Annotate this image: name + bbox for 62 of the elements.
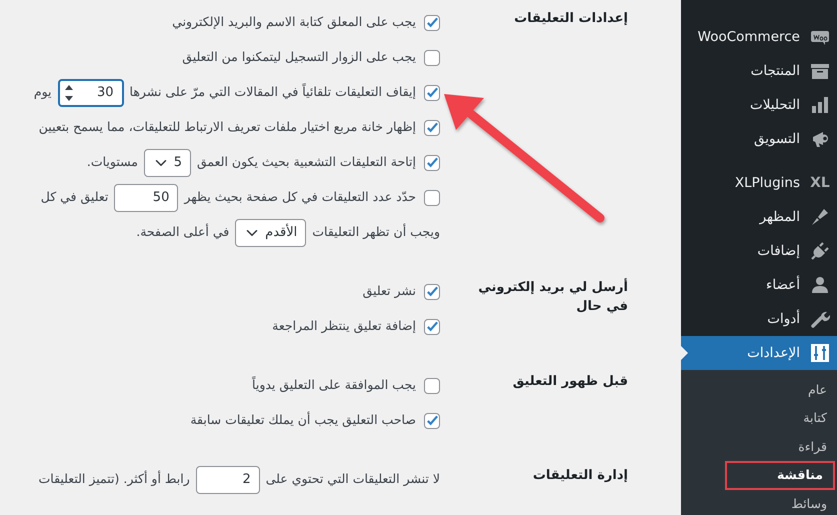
current-menu-pointer: [681, 346, 688, 360]
plugin-logo: XL: [810, 174, 830, 192]
checkbox[interactable]: [424, 190, 440, 206]
option-label: إضافة تعليق ينتظر المراجعة: [272, 317, 416, 336]
submenu-item[interactable]: كتابة: [803, 406, 831, 432]
submenu-item[interactable]: وسائط: [791, 492, 831, 515]
option-label: إظهار خانة مربع اختيار ملفات تعريف الارتباط للتعليقات، مما يسمح بتعيين: [38, 118, 416, 136]
spinner-icon: [64, 84, 73, 100]
menu-item[interactable]: إضافات: [681, 234, 837, 268]
number-field[interactable]: 50: [114, 184, 178, 212]
megaphone-icon: [810, 129, 830, 149]
option-label: يجب على الزوار التسجيل ليتمكنوا من التعليق: [182, 48, 416, 66]
menu-item[interactable]: XLPlugins XL: [681, 166, 837, 200]
menu-item[interactable]: المظهر: [681, 200, 837, 234]
submenu-item[interactable]: مناقشة: [726, 463, 833, 488]
option-label: يجب على المعلق كتابة الاسم والبريد الإلكتروني: [172, 13, 416, 32]
checkbox[interactable]: [424, 50, 440, 66]
checkbox[interactable]: [424, 14, 440, 30]
submenu-item[interactable]: عام: [808, 378, 831, 403]
checkbox[interactable]: [424, 378, 440, 394]
option-label: ويجب أن تظهر التعليقات: [312, 223, 440, 242]
option-label: نشر تعليق: [362, 282, 416, 300]
section-title: إدارة التعليقات: [532, 467, 628, 485]
number-field[interactable]: 30: [58, 78, 124, 106]
menu-item[interactable]: التحليلات: [681, 88, 837, 122]
box-icon: [810, 61, 830, 81]
checkbox[interactable]: [424, 412, 440, 428]
option-label: إيقاف التعليقات تلقائياً في المقالات التي مرّ على نشرها: [130, 83, 416, 102]
dropdown[interactable]: الأقدم: [235, 218, 306, 246]
option-label: يوم: [34, 83, 52, 102]
option-label: حدّد عدد التعليقات في كل صفحة بحيث يظهر: [184, 188, 416, 206]
menu-item[interactable]: الإعدادات: [681, 336, 837, 370]
menu-item[interactable]: التسويق: [681, 122, 837, 156]
menu-item[interactable]: WooCommerce: [681, 20, 837, 54]
option-label: تعليق في كل: [40, 188, 108, 206]
submenu-item[interactable]: قراءة: [798, 434, 831, 460]
section-title: قبل ظهور التعليق: [512, 373, 628, 391]
menu-item[interactable]: المنتجات: [681, 54, 837, 88]
wrench-icon: [810, 309, 830, 329]
option-label: رابط أو أكثر. (تتميز التعليقات: [38, 470, 190, 488]
checkbox[interactable]: [424, 284, 440, 300]
option-label: يجب الموافقة على التعليق يدوياً: [252, 376, 416, 394]
section-title: أرسل لي بريد إلكتروني في حال: [477, 277, 628, 316]
checkbox[interactable]: [424, 318, 440, 334]
section-title: إعدادات التعليقات: [513, 10, 628, 28]
plug-icon: [810, 241, 830, 261]
option-label: مستويات.: [86, 153, 138, 172]
option-label: في أعلى الصفحة.: [136, 223, 230, 242]
user-icon: [810, 275, 830, 295]
brush-icon: [810, 207, 830, 227]
checkbox[interactable]: [424, 154, 440, 170]
option-label: إتاحة التعليقات التشعبية بحيث يكون العمق: [196, 153, 416, 172]
settings-icon: [810, 343, 830, 363]
option-label: صاحب التعليق يجب أن يملك تعليقات سابقة: [190, 411, 416, 430]
checkbox[interactable]: [424, 120, 440, 136]
option-label: لا تنشر التعليقات التي تحتوي على: [266, 470, 440, 488]
checkbox[interactable]: [424, 84, 440, 100]
menu-item[interactable]: أدوات: [681, 302, 837, 336]
bar-chart-icon: [810, 95, 830, 115]
dropdown[interactable]: 5: [144, 148, 191, 176]
menu-item[interactable]: أعضاء: [681, 268, 837, 302]
number-field[interactable]: 2: [196, 466, 260, 494]
